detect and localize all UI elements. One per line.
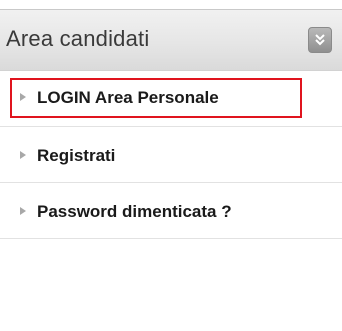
- menu-item-registrati[interactable]: Registrati: [0, 127, 342, 183]
- triangle-right-icon: [20, 151, 26, 159]
- menu-item-label: LOGIN Area Personale: [37, 88, 219, 107]
- menu-item-label: Password dimenticata ?: [37, 202, 232, 221]
- menu-item-label: Registrati: [37, 146, 116, 165]
- area-candidati-panel: Area candidati LOGIN Area Personale Regi…: [0, 0, 342, 331]
- menu-item-password-dimenticata[interactable]: Password dimenticata ?: [0, 183, 342, 239]
- triangle-right-icon: [20, 93, 26, 101]
- triangle-right-icon: [20, 207, 26, 215]
- menu-item-login[interactable]: LOGIN Area Personale: [0, 71, 342, 127]
- panel-header: Area candidati: [0, 9, 342, 71]
- collapse-button[interactable]: [308, 27, 332, 53]
- panel-title: Area candidati: [6, 26, 150, 51]
- chevron-double-down-icon: [315, 34, 325, 46]
